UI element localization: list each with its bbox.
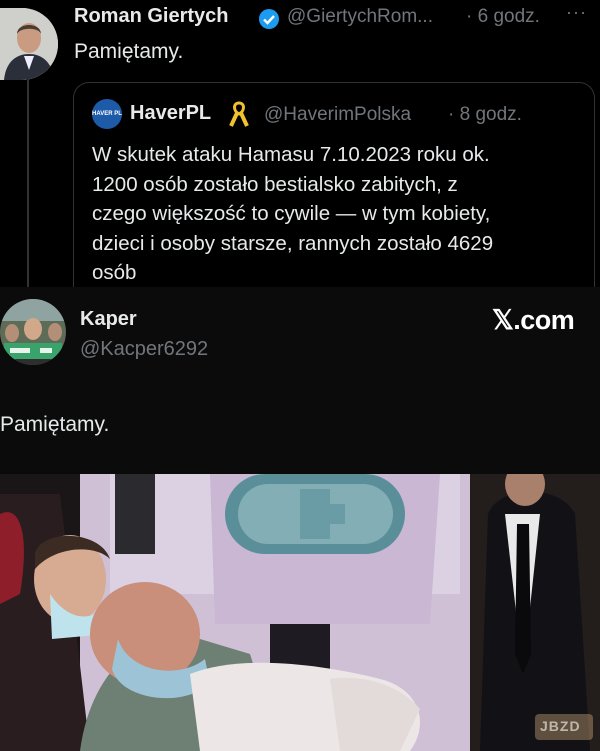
quoted-text-line: osób [92,261,137,284]
tweet-time[interactable]: · 6 godz. [466,6,540,28]
author-name[interactable]: Roman Giertych [74,5,228,28]
x-logo: 𝕏.com [492,305,575,335]
more-icon[interactable]: ··· [566,2,587,23]
author-handle[interactable]: @GiertychRom... [287,6,433,28]
reply-author-name[interactable]: Kaper [80,308,137,331]
watermark: JBZD [540,718,581,734]
tweet-photo[interactable]: JBZD [0,474,600,751]
quoted-time[interactable]: · 8 godz. [448,104,522,126]
reply-text: Pamiętamy. [0,413,110,436]
haver-avatar[interactable]: HAVER PL [92,99,122,129]
ribbon-icon [229,100,249,128]
quoted-text: W skutek ataku Hamasu 7.10.2023 roku ok.… [92,140,582,288]
reply-avatar[interactable] [0,299,66,365]
verified-icon [258,8,280,30]
quoted-text-line: czego większość to cywile — w tym kobiet… [92,202,491,225]
thread-line [27,80,29,290]
tweet-text: Pamiętamy. [74,40,184,63]
reply-author-handle[interactable]: @Kacper6292 [80,338,208,361]
quoted-author-handle[interactable]: @HaverimPolska [264,104,411,126]
quoted-text-line: W skutek ataku Hamasu 7.10.2023 roku ok. [92,143,490,166]
quoted-author-name[interactable]: HaverPL [130,102,211,125]
quoted-text-line: 1200 osób zostało bestialsko zabitych, z [92,172,458,196]
author-avatar[interactable] [0,8,58,80]
quoted-text-line: dzieci i osoby starsze, rannych zostało … [92,231,494,255]
